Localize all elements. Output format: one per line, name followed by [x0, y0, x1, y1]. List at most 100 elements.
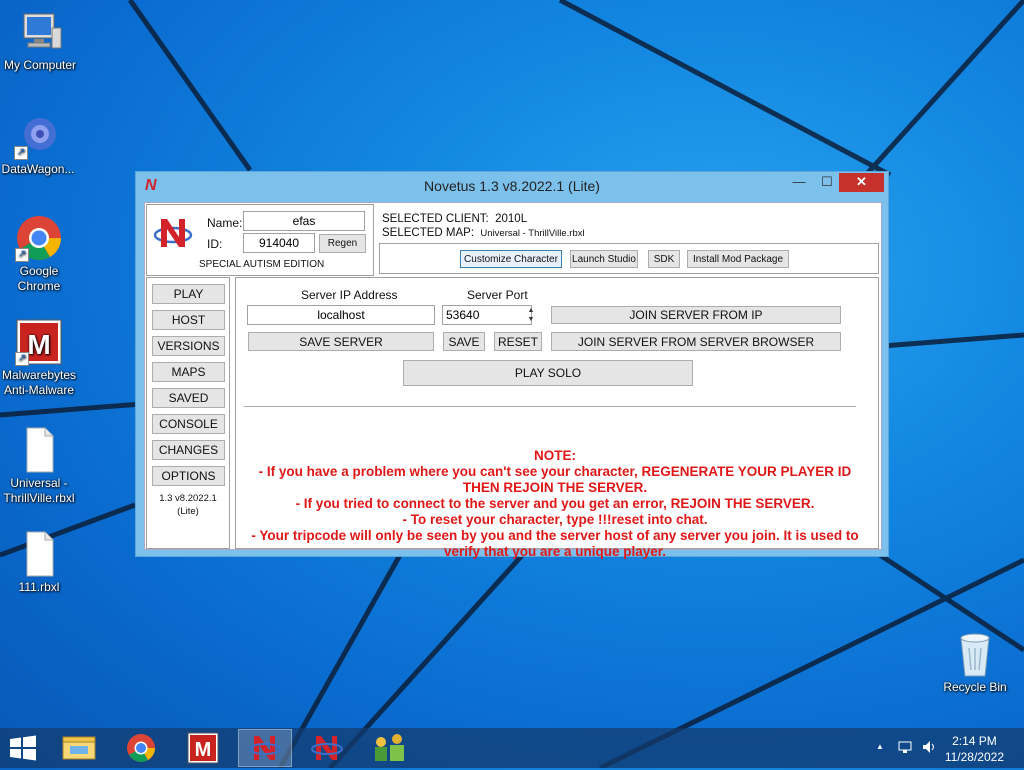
- taskbar-malwarebytes[interactable]: M: [176, 729, 230, 767]
- window-titlebar[interactable]: N Novetus 1.3 v8.2022.1 (Lite) — ☐ ✕: [136, 172, 888, 200]
- regen-button[interactable]: Regen: [319, 234, 366, 253]
- recycle-bin-icon: [951, 630, 999, 678]
- novetus-icon: [249, 736, 281, 760]
- server-ip-label: Server IP Address: [301, 288, 398, 302]
- nav-changes-button[interactable]: CHANGES: [152, 440, 225, 460]
- tray-overflow-icon[interactable]: ▲: [876, 742, 884, 751]
- malwarebytes-icon: M: [187, 732, 219, 764]
- note-heading: NOTE:: [534, 448, 576, 463]
- desktop-icon-label: Malwarebytes Anti-Malware: [1, 368, 77, 397]
- file-icon: [15, 426, 63, 474]
- name-field[interactable]: [243, 211, 365, 231]
- selected-map-value: Universal - ThrillVille.rbxl: [480, 228, 585, 239]
- file-icon: [15, 530, 63, 578]
- computer-icon: [16, 8, 64, 56]
- novetus-icon: [311, 736, 343, 760]
- window-client-area: Name: ID: Regen SPECIAL AUTISM EDITION S…: [144, 202, 882, 559]
- join-server-ip-button[interactable]: JOIN SERVER FROM IP: [551, 306, 841, 324]
- desktop-icon-label: My Computer: [3, 58, 77, 72]
- shortcut-arrow-icon: ↗: [14, 146, 28, 160]
- taskbar-novetus-active[interactable]: [238, 729, 292, 767]
- window-title: Novetus 1.3 v8.2022.1 (Lite): [424, 178, 600, 194]
- note-line: - If you tried to connect to the server …: [295, 496, 815, 511]
- desktop-icon-datawagon[interactable]: ↗ DataWagon...: [0, 112, 78, 177]
- taskbar-chrome[interactable]: [114, 729, 168, 767]
- svg-text:M: M: [27, 329, 50, 360]
- shortcut-arrow-icon: ↗: [15, 352, 29, 366]
- desktop-icon-universal-thrillville[interactable]: Universal - ThrillVille.rbxl: [0, 426, 79, 506]
- desktop-icon-label: Universal - ThrillVille.rbxl: [3, 476, 75, 505]
- start-button[interactable]: [6, 734, 40, 762]
- taskbar: M ▲ 2:14 PM 11/28/2022: [0, 728, 1024, 768]
- note-line: - Your tripcode will only be seen by you…: [251, 528, 859, 559]
- save-server-button[interactable]: SAVE SERVER: [248, 332, 434, 351]
- port-up-arrow-icon[interactable]: ▲: [526, 306, 536, 315]
- chrome-icon: [127, 734, 155, 762]
- taskbar-novetus[interactable]: [300, 729, 354, 767]
- id-label: ID:: [207, 237, 223, 251]
- selected-map-caption: SELECTED MAP:: [382, 227, 475, 239]
- note-line: - If you have a problem where you can't …: [258, 464, 852, 495]
- customize-character-button[interactable]: Customize Character: [460, 250, 562, 268]
- version-label: 1.3 v8.2022.1 (Lite): [159, 493, 217, 517]
- desktop-icon-chrome[interactable]: ↗ Google Chrome: [0, 214, 79, 294]
- taskbar-network-app[interactable]: [362, 729, 416, 767]
- datawagon-icon: ↗: [14, 112, 62, 160]
- taskbar-file-explorer[interactable]: [52, 729, 106, 767]
- windows-logo-icon: [10, 735, 36, 761]
- network-tray-icon[interactable]: [897, 739, 913, 758]
- launch-studio-button[interactable]: Launch Studio: [570, 250, 638, 268]
- desktop-icon-my-computer[interactable]: My Computer: [0, 8, 80, 73]
- note-line: - To reset your character, type !!!reset…: [402, 512, 708, 527]
- nav-play-button[interactable]: PLAY: [152, 284, 225, 304]
- nav-maps-button[interactable]: MAPS: [152, 362, 225, 382]
- malwarebytes-icon: M ↗: [15, 318, 63, 366]
- novetus-window: N Novetus 1.3 v8.2022.1 (Lite) — ☐ ✕ Nam…: [135, 171, 889, 559]
- maximize-button[interactable]: ☐: [814, 173, 840, 192]
- nav-panel: PLAY HOST VERSIONS MAPS SAVED CONSOLE CH…: [146, 277, 230, 549]
- nav-saved-button[interactable]: SAVED: [152, 388, 225, 408]
- server-port-label: Server Port: [467, 288, 528, 302]
- divider: [244, 406, 856, 407]
- nav-options-button[interactable]: OPTIONS: [152, 466, 225, 486]
- name-label: Name:: [207, 216, 243, 230]
- join-server-browser-button[interactable]: JOIN SERVER FROM SERVER BROWSER: [551, 332, 841, 351]
- server-ip-field[interactable]: [247, 305, 435, 325]
- server-port-field[interactable]: [442, 305, 532, 325]
- selected-map-label: SELECTED MAP: Universal - ThrillVille.rb…: [382, 227, 585, 239]
- shortcut-arrow-icon: ↗: [15, 248, 29, 262]
- sdk-button[interactable]: SDK: [648, 250, 680, 268]
- profile-panel: Name: ID: Regen SPECIAL AUTISM EDITION: [146, 204, 374, 276]
- tools-panel: Customize Character Launch Studio SDK In…: [379, 243, 879, 274]
- desktop-icon-111-rbxl[interactable]: 111.rbxl: [0, 530, 79, 595]
- close-button[interactable]: ✕: [839, 173, 884, 192]
- selected-client-caption: SELECTED CLIENT:: [382, 213, 489, 225]
- clock-time: 2:14 PM: [952, 734, 997, 748]
- nav-host-button[interactable]: HOST: [152, 310, 225, 330]
- volume-tray-icon[interactable]: [921, 739, 937, 758]
- reset-button[interactable]: RESET: [494, 332, 542, 351]
- nav-versions-button[interactable]: VERSIONS: [152, 336, 225, 356]
- desktop-icon-label: 111.rbxl: [18, 580, 60, 594]
- desktop-icon-label: DataWagon...: [1, 162, 75, 176]
- novetus-n-logo-icon: [153, 213, 193, 253]
- port-down-arrow-icon[interactable]: ▼: [526, 315, 536, 324]
- selected-client-label: SELECTED CLIENT: 2010L: [382, 213, 527, 225]
- minimize-button[interactable]: —: [786, 173, 812, 192]
- desktop-icon-recycle-bin[interactable]: Recycle Bin: [935, 630, 1015, 695]
- system-clock[interactable]: 2:14 PM 11/28/2022: [945, 733, 1004, 765]
- clock-date: 11/28/2022: [944, 750, 1004, 764]
- install-mod-package-button[interactable]: Install Mod Package: [687, 250, 789, 268]
- network-app-icon: [375, 734, 404, 761]
- play-solo-button[interactable]: PLAY SOLO: [403, 360, 693, 386]
- desktop-icon-label: Google Chrome: [17, 264, 61, 293]
- desktop-icon-label: Recycle Bin: [943, 680, 1007, 694]
- id-field[interactable]: [243, 233, 315, 253]
- desktop-icon-malwarebytes[interactable]: M ↗ Malwarebytes Anti-Malware: [0, 318, 79, 398]
- nav-console-button[interactable]: CONSOLE: [152, 414, 225, 434]
- chrome-icon: ↗: [15, 214, 63, 262]
- selected-client-value: 2010L: [495, 213, 528, 225]
- save-button[interactable]: SAVE: [443, 332, 485, 351]
- folder-icon: [62, 736, 96, 760]
- note-text: NOTE: - If you have a problem where you …: [243, 448, 867, 560]
